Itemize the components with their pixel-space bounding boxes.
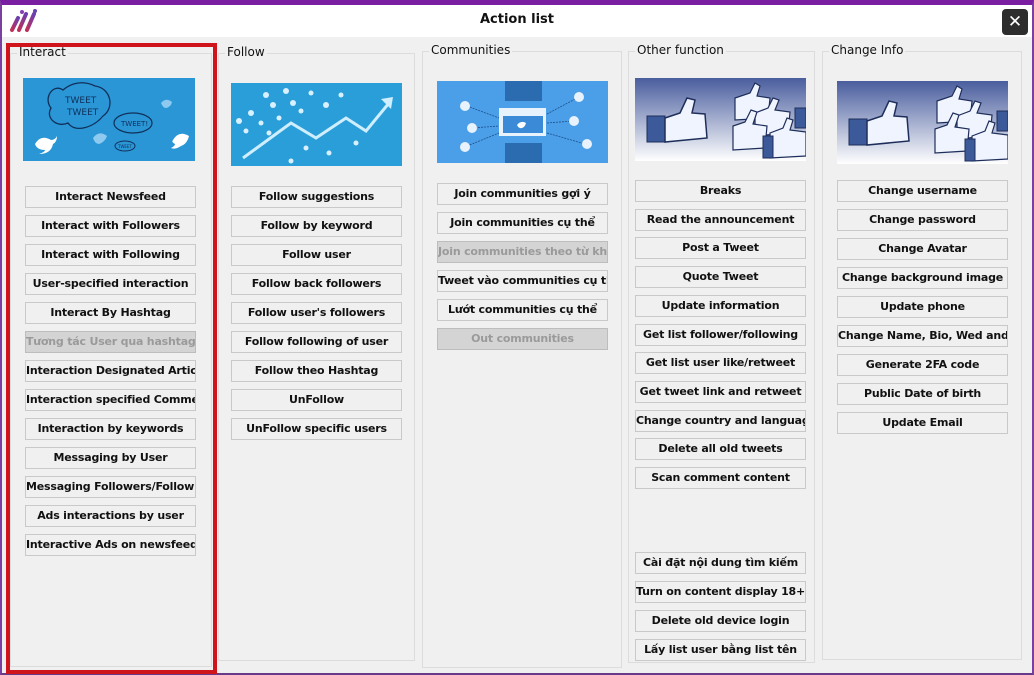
out-communities-button: Out communities [437, 328, 608, 350]
group-title: Interact [17, 45, 68, 59]
get-list-follower-following-button[interactable]: Get list follower/following [635, 324, 806, 346]
svg-text:TWEET: TWEET [64, 96, 97, 106]
interactive-ads-on-newsfeed-button[interactable]: Interactive Ads on newsfeed [25, 534, 196, 556]
change-name-bio-wed-and-button[interactable]: Change Name, Bio, Wed and ... [837, 325, 1008, 347]
change-background-image-button[interactable]: Change background image [837, 267, 1008, 289]
join-communities-goi-y-button[interactable]: Join communities gợi ý [437, 183, 608, 205]
delete-all-old-tweets-button[interactable]: Delete all old tweets [635, 438, 806, 460]
turn-on-content-display-18-button[interactable]: Turn on content display 18+ [635, 581, 806, 603]
read-the-announcement-button[interactable]: Read the announcement [635, 209, 806, 231]
svg-text:TWEET: TWEET [117, 144, 132, 149]
interact-with-following-button[interactable]: Interact with Following [25, 244, 196, 266]
interaction-by-keywords-button[interactable]: Interaction by keywords [25, 418, 196, 440]
public-date-of-birth-button[interactable]: Public Date of birth [837, 383, 1008, 405]
quote-tweet-button[interactable]: Quote Tweet [635, 266, 806, 288]
interaction-designated-articles-button[interactable]: Interaction Designated Articles [25, 360, 196, 382]
interact-newsfeed-button[interactable]: Interact Newsfeed [25, 186, 196, 208]
interaction-specified-comment-button[interactable]: Interaction specified Comment [25, 389, 196, 411]
action-list-window: Action list ✕ Interact Follow Communitie… [0, 0, 1034, 675]
update-email-button[interactable]: Update Email [837, 412, 1008, 434]
group-title: Change Info [829, 43, 906, 57]
change-country-and-language-button[interactable]: Change country and language [635, 410, 806, 432]
group-title: Communities [429, 43, 513, 57]
tuong-tac-user-qua-hashtag-button: Tương tác User qua hashtag [25, 331, 196, 353]
group-title: Other function [635, 43, 726, 57]
group-title: Follow [225, 45, 267, 59]
breaks-button[interactable]: Breaks [635, 180, 806, 202]
luot-communities-cu-the-button[interactable]: Lướt communities cụ thể [437, 299, 608, 321]
twitter-communities-banner [437, 81, 608, 163]
interact-with-followers-button[interactable]: Interact with Followers [25, 215, 196, 237]
generate-2fa-code-button[interactable]: Generate 2FA code [837, 354, 1008, 376]
close-icon: ✕ [1007, 12, 1023, 32]
interact-by-hashtag-button[interactable]: Interact By Hashtag [25, 302, 196, 324]
window-title: Action list [479, 12, 554, 27]
follow-following-of-user-button[interactable]: Follow following of user [231, 331, 402, 353]
twitter-growth-banner [231, 83, 402, 166]
svg-text:TWEET!: TWEET! [120, 120, 148, 128]
unfollow-button[interactable]: UnFollow [231, 389, 402, 411]
get-tweet-link-and-retweet-button[interactable]: Get tweet link and retweet [635, 381, 806, 403]
follow-back-followers-button[interactable]: Follow back followers [231, 273, 402, 295]
change-password-button[interactable]: Change password [837, 209, 1008, 231]
ads-interactions-by-user-button[interactable]: Ads interactions by user [25, 505, 196, 527]
change-username-button[interactable]: Change username [837, 180, 1008, 202]
follow-user-button[interactable]: Follow user [231, 244, 402, 266]
delete-old-device-login-button[interactable]: Delete old device login [635, 610, 806, 632]
follow-by-keyword-button[interactable]: Follow by keyword [231, 215, 402, 237]
messaging-followers-followi-button[interactable]: Messaging Followers/Followi... [25, 476, 196, 498]
svg-text:TWEET: TWEET [66, 108, 99, 118]
scan-comment-content-button[interactable]: Scan comment content [635, 467, 806, 489]
lay-list-user-bang-list-ten-button[interactable]: Lấy list user bằng list tên [635, 639, 806, 661]
update-information-button[interactable]: Update information [635, 295, 806, 317]
join-communities-theo-tu-khoa-button: Join communities theo từ khóa [437, 241, 608, 263]
messaging-by-user-button[interactable]: Messaging by User [25, 447, 196, 469]
thumbs-up-banner [837, 81, 1008, 164]
update-phone-button[interactable]: Update phone [837, 296, 1008, 318]
title-bar: Action list ✕ [2, 5, 1032, 37]
change-avatar-button[interactable]: Change Avatar [837, 238, 1008, 260]
twitter-tweet-tweet-banner: TWEET TWEET TWEET! TWEET [23, 78, 195, 161]
join-communities-cu-the-button[interactable]: Join communities cụ thể [437, 212, 608, 234]
tweet-vao-communities-cu-the-button[interactable]: Tweet vào communities cụ thể [437, 270, 608, 292]
unfollow-specific-users-button[interactable]: UnFollow specific users [231, 418, 402, 440]
close-button[interactable]: ✕ [1002, 9, 1028, 35]
thumbs-up-banner [635, 78, 806, 161]
post-a-tweet-button[interactable]: Post a Tweet [635, 237, 806, 259]
follow-suggestions-button[interactable]: Follow suggestions [231, 186, 402, 208]
user-specified-interaction-button[interactable]: User-specified interaction [25, 273, 196, 295]
cai-dat-noi-dung-tim-kiem-button[interactable]: Cài đặt nội dung tìm kiếm [635, 552, 806, 574]
follow-theo-hashtag-button[interactable]: Follow theo Hashtag [231, 360, 402, 382]
follow-user-s-followers-button[interactable]: Follow user's followers [231, 302, 402, 324]
get-list-user-like-retweet-button[interactable]: Get list user like/retweet [635, 352, 806, 374]
